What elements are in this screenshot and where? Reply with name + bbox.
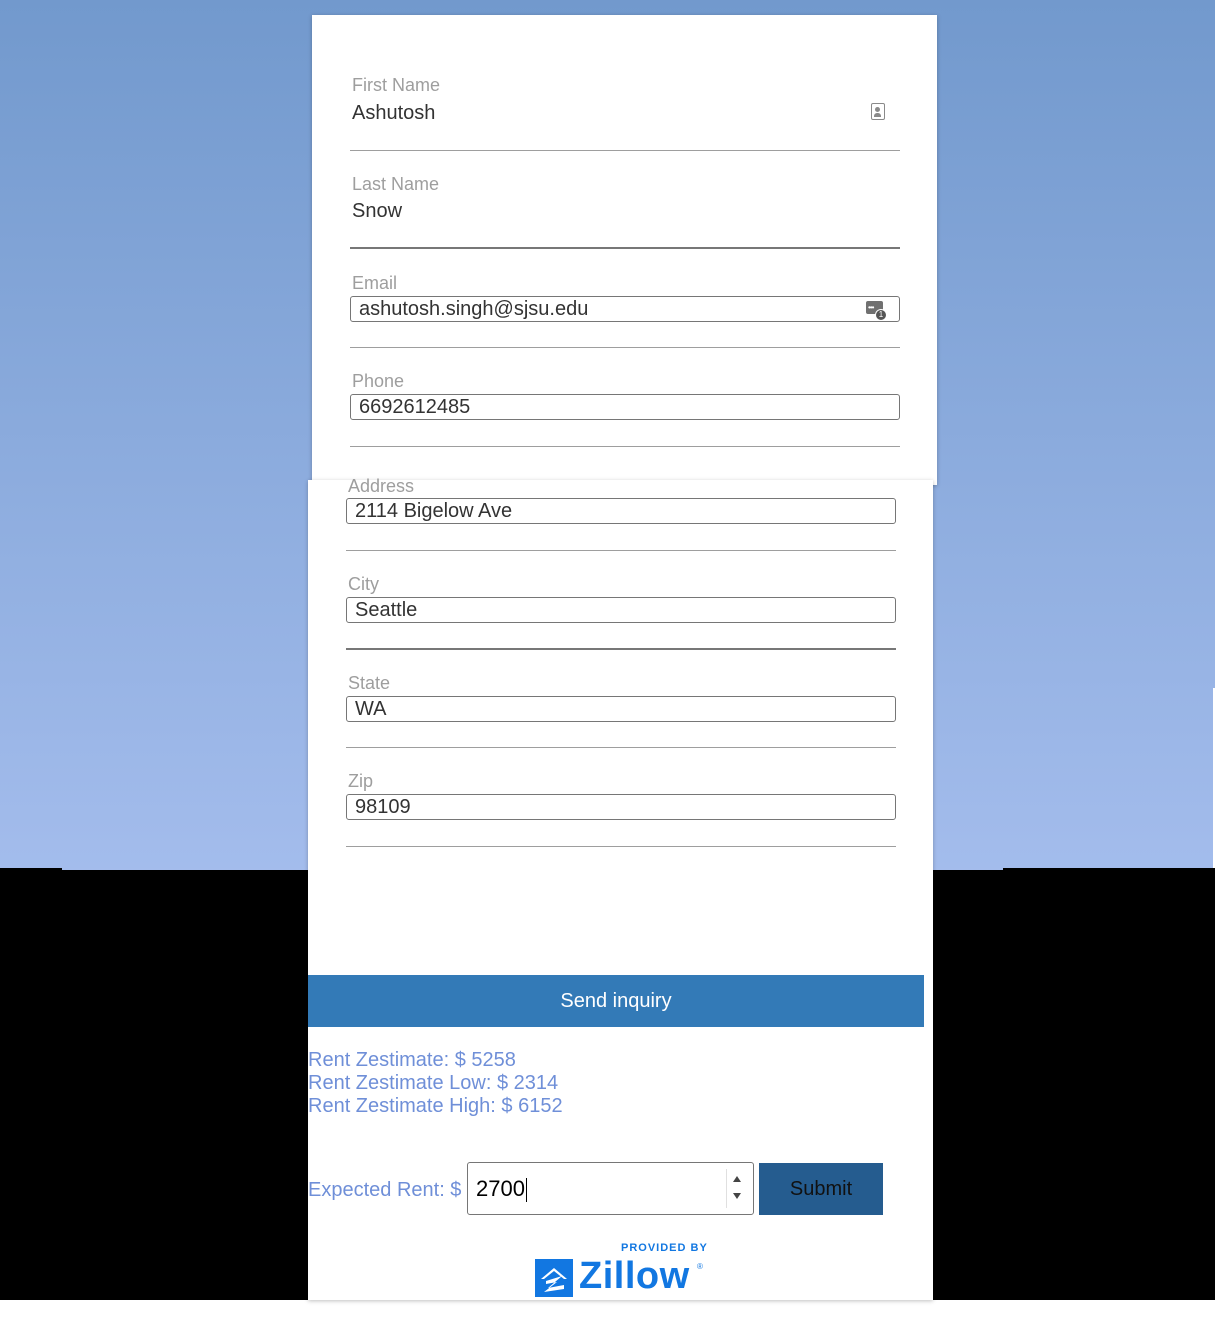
last-name-label: Last Name [352, 174, 440, 194]
rent-zestimate-low: Rent Zestimate Low: $ 2314 [308, 1072, 559, 1094]
zip-field[interactable]: 98109 [346, 794, 896, 820]
password-manager-icon[interactable]: ••• 1 [866, 299, 887, 321]
last-name-field[interactable]: Snow [352, 199, 402, 223]
last-name-underline [350, 247, 900, 249]
expected-rent-input[interactable]: 2700 [467, 1162, 754, 1215]
number-spinner[interactable] [726, 1169, 747, 1208]
spinner-up-icon[interactable] [733, 1176, 741, 1182]
state-label: State [348, 673, 391, 693]
expected-rent-value: 2700 [476, 1176, 525, 1201]
city-underline [346, 648, 896, 650]
email-underline [350, 347, 900, 348]
background-strip [62, 868, 310, 870]
registered-mark: ® [697, 1262, 703, 1271]
send-inquiry-button[interactable]: Send inquiry [308, 975, 924, 1027]
address-underline [346, 550, 896, 551]
contact-card-icon[interactable] [871, 103, 885, 120]
city-label: City [348, 574, 379, 594]
rent-zestimate: Rent Zestimate: $ 5258 [308, 1049, 516, 1071]
email-field[interactable]: ashutosh.singh@sjsu.edu [350, 296, 900, 322]
email-label: Email [352, 273, 398, 293]
zip-underline [346, 846, 896, 847]
address-field[interactable]: 2114 Bigelow Ave [346, 498, 896, 524]
first-name-field[interactable]: Ashutosh [352, 101, 435, 125]
zillow-wordmark: Zillow [579, 1255, 690, 1297]
submit-button[interactable]: Submit [759, 1163, 883, 1215]
expected-rent-label: Expected Rent: $ [308, 1179, 462, 1201]
address-label: Address [348, 476, 415, 496]
first-name-underline [350, 150, 900, 151]
city-field[interactable]: Seattle [346, 597, 896, 623]
zillow-attribution[interactable]: PROVIDED BY Zillow ® [535, 1240, 710, 1300]
phone-underline [350, 446, 900, 447]
background-strip [933, 868, 1003, 870]
rent-zestimate-high: Rent Zestimate High: $ 6152 [308, 1095, 563, 1117]
spinner-down-icon[interactable] [733, 1193, 741, 1199]
zip-label: Zip [348, 771, 374, 791]
text-caret [525, 1178, 527, 1203]
phone-field[interactable]: 6692612485 [350, 394, 900, 420]
phone-label: Phone [352, 371, 405, 391]
zillow-logo-icon [535, 1259, 573, 1297]
provided-by-text: PROVIDED BY [621, 1242, 708, 1254]
state-field[interactable]: WA [346, 696, 896, 722]
state-underline [346, 747, 896, 748]
first-name-label: First Name [352, 75, 441, 95]
